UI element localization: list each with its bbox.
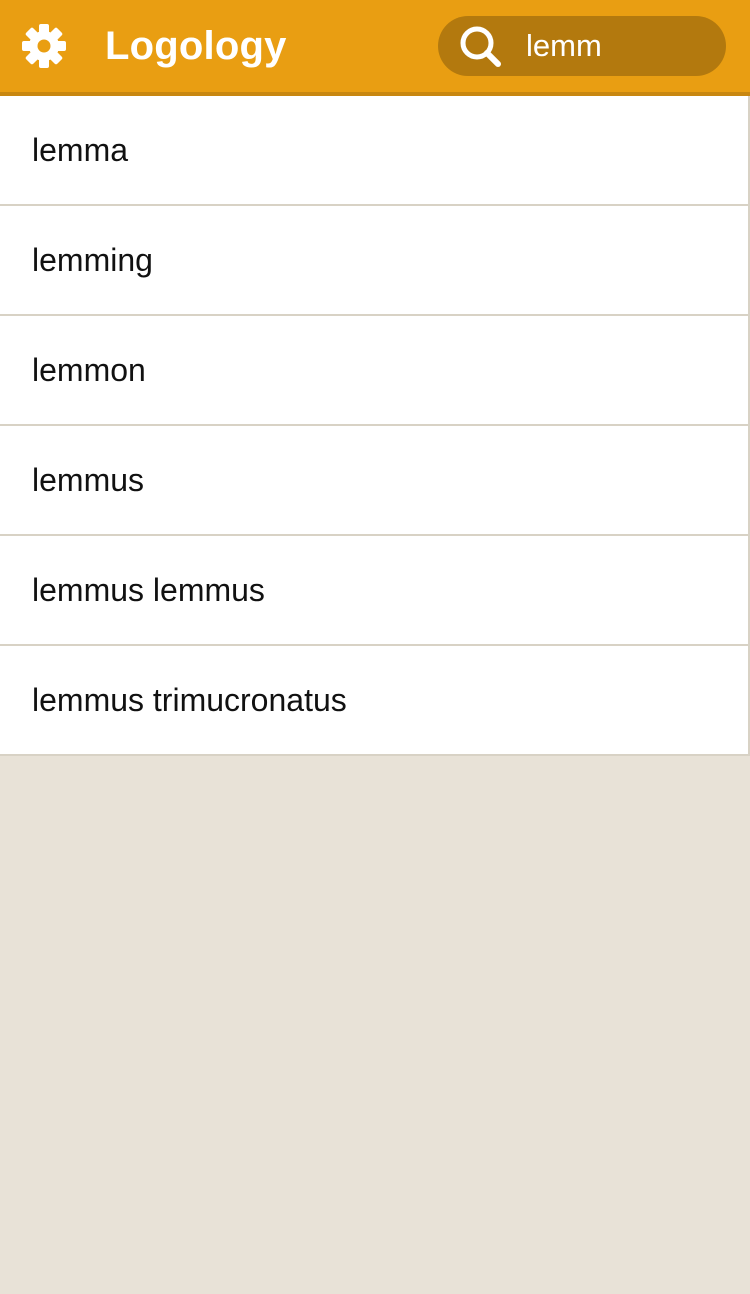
result-item[interactable]: lemming — [0, 206, 748, 316]
app-header: Logology — [0, 0, 750, 96]
settings-button[interactable] — [20, 22, 68, 70]
search-input[interactable] — [526, 22, 706, 70]
app-title: Logology — [105, 24, 287, 68]
result-item[interactable]: lemmus — [0, 426, 748, 536]
search-box[interactable] — [438, 16, 726, 76]
result-item[interactable]: lemmon — [0, 316, 748, 426]
gear-icon — [22, 24, 66, 68]
result-item[interactable]: lemmus trimucronatus — [0, 646, 748, 756]
search-icon[interactable] — [458, 24, 504, 70]
results-list: lemma lemming lemmon lemmus lemmus lemmu… — [0, 96, 750, 756]
result-item[interactable]: lemmus lemmus — [0, 536, 748, 646]
result-item[interactable]: lemma — [0, 96, 748, 206]
